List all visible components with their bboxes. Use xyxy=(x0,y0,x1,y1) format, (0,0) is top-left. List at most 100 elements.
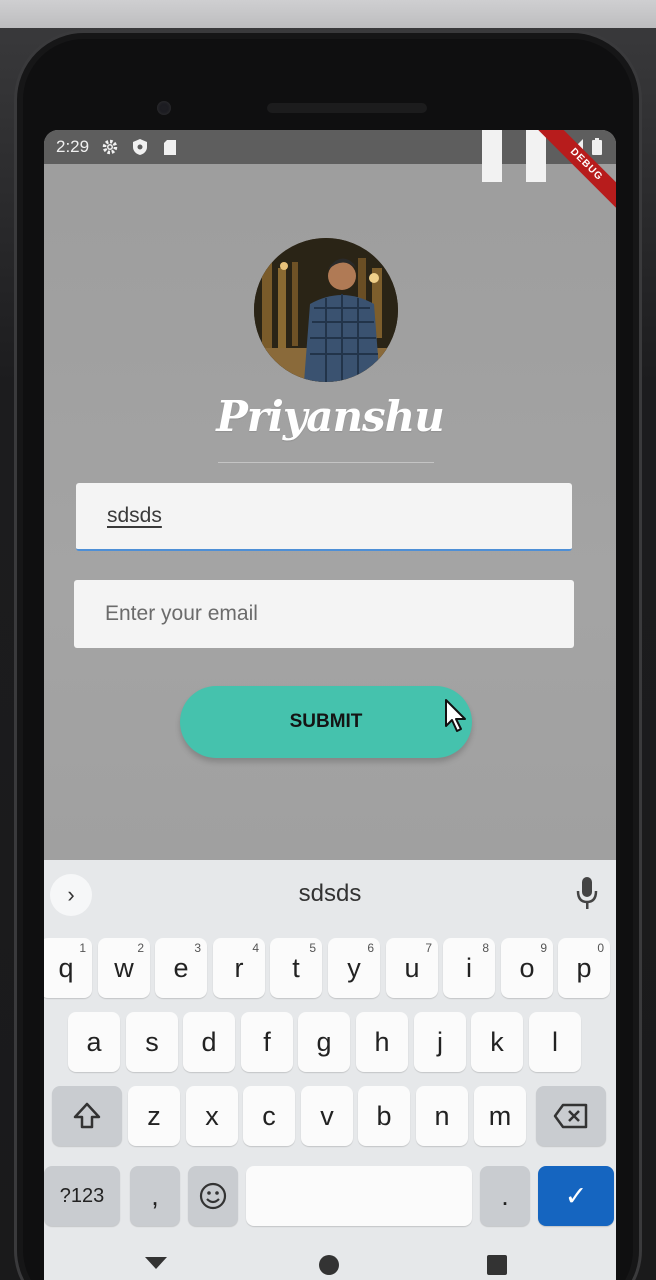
key-j[interactable]: j xyxy=(414,1012,466,1072)
key-b[interactable]: b xyxy=(358,1086,410,1146)
key-label: m xyxy=(488,1100,512,1131)
key-o[interactable]: o9 xyxy=(501,938,553,998)
key-label: k xyxy=(490,1026,504,1057)
navigation-bar xyxy=(44,1240,616,1280)
key-w[interactable]: w2 xyxy=(98,938,150,998)
key-k[interactable]: k xyxy=(471,1012,523,1072)
chevron-right-icon: › xyxy=(67,882,75,907)
mouse-pointer-icon xyxy=(445,699,466,732)
key-v[interactable]: v xyxy=(301,1086,353,1146)
key-number-hint: 0 xyxy=(597,941,604,955)
name-divider xyxy=(218,462,434,463)
key-l[interactable]: l xyxy=(529,1012,581,1072)
key-label: e xyxy=(173,952,189,983)
key-number-hint: 1 xyxy=(79,941,86,955)
key-label: n xyxy=(434,1100,450,1131)
key-number-hint: 9 xyxy=(540,941,547,955)
earpiece-speaker xyxy=(267,103,427,113)
backspace-key[interactable] xyxy=(536,1086,606,1146)
email-placeholder: Enter your email xyxy=(105,602,258,625)
key-x[interactable]: x xyxy=(186,1086,238,1146)
key-label: f xyxy=(263,1026,271,1057)
recents-icon[interactable] xyxy=(486,1254,508,1276)
key-label: x xyxy=(205,1100,219,1131)
key-y[interactable]: y6 xyxy=(328,938,380,998)
key-label: l xyxy=(552,1026,558,1057)
key-label: o xyxy=(519,952,535,983)
key-i[interactable]: i8 xyxy=(443,938,495,998)
submit-button[interactable]: SUBMIT xyxy=(180,686,472,758)
key-q[interactable]: q1 xyxy=(44,938,92,998)
shift-icon xyxy=(73,1102,101,1129)
monitor-edge xyxy=(0,0,656,28)
done-key[interactable]: ✓ xyxy=(538,1166,614,1226)
key-s[interactable]: s xyxy=(126,1012,178,1072)
key-label: g xyxy=(316,1026,332,1057)
app-screen: 2:29 DEBUG Priyanshu sdsds Enter your em… xyxy=(44,130,616,1280)
key-r[interactable]: r4 xyxy=(213,938,265,998)
key-f[interactable]: f xyxy=(241,1012,293,1072)
backspace-icon xyxy=(553,1103,588,1129)
key-label: s xyxy=(145,1026,159,1057)
key-number-hint: 4 xyxy=(252,941,259,955)
key-c[interactable]: c xyxy=(243,1086,295,1146)
soft-keyboard: › sdsds q1w2e3r4t5y6u7i8o9p0asdfghjklzxc… xyxy=(44,860,616,1280)
key-label: j xyxy=(437,1026,443,1057)
key-h[interactable]: h xyxy=(356,1012,408,1072)
key-number-hint: 3 xyxy=(194,941,201,955)
key-number-hint: 5 xyxy=(309,941,316,955)
battery-icon xyxy=(592,138,602,160)
key-z[interactable]: z xyxy=(128,1086,180,1146)
key-label: d xyxy=(201,1026,217,1057)
key-n[interactable]: n xyxy=(416,1086,468,1146)
name-input-value: sdsds xyxy=(107,504,162,527)
back-icon[interactable] xyxy=(144,1256,168,1270)
space-key[interactable] xyxy=(246,1166,472,1226)
key-number-hint: 7 xyxy=(425,941,432,955)
key-m[interactable]: m xyxy=(474,1086,526,1146)
key-label: w xyxy=(114,952,134,983)
key-p[interactable]: p0 xyxy=(558,938,610,998)
key-a[interactable]: a xyxy=(68,1012,120,1072)
key-label: q xyxy=(58,952,74,983)
key-label: r xyxy=(234,952,244,983)
key-number-hint: 8 xyxy=(482,941,489,955)
comma-key[interactable]: , xyxy=(130,1166,180,1226)
email-input[interactable]: Enter your email xyxy=(74,580,574,648)
key-g[interactable]: g xyxy=(298,1012,350,1072)
key-label: z xyxy=(147,1100,161,1131)
suggestion-bar: › sdsds xyxy=(44,860,616,928)
key-label: u xyxy=(404,952,420,983)
status-time: 2:29 xyxy=(56,137,90,156)
key-label: c xyxy=(262,1100,276,1131)
key-t[interactable]: t5 xyxy=(270,938,322,998)
period-key[interactable]: . xyxy=(480,1166,530,1226)
shift-key[interactable] xyxy=(52,1086,122,1146)
key-d[interactable]: d xyxy=(183,1012,235,1072)
gear-icon xyxy=(101,138,119,156)
shield-icon xyxy=(131,138,149,156)
microphone-icon[interactable] xyxy=(576,876,598,910)
key-label: y xyxy=(347,952,361,983)
key-label: a xyxy=(86,1026,102,1057)
sd-card-icon xyxy=(161,138,179,156)
key-number-hint: 6 xyxy=(367,941,374,955)
key-label: h xyxy=(374,1026,390,1057)
symbols-key[interactable]: ?123 xyxy=(44,1166,120,1226)
key-label: i xyxy=(466,952,472,983)
emoji-key[interactable] xyxy=(188,1166,238,1226)
home-icon[interactable] xyxy=(318,1254,340,1276)
key-u[interactable]: u7 xyxy=(386,938,438,998)
key-number-hint: 2 xyxy=(137,941,144,955)
emoji-icon xyxy=(199,1182,227,1210)
key-label: p xyxy=(576,952,592,983)
profile-avatar xyxy=(254,238,398,382)
word-suggestion[interactable]: sdsds xyxy=(299,880,362,908)
profile-name: Priyanshu xyxy=(216,392,445,441)
key-label: t xyxy=(292,952,300,983)
key-e[interactable]: e3 xyxy=(155,938,207,998)
expand-toolbar-button[interactable]: › xyxy=(50,874,92,916)
front-camera xyxy=(157,101,171,115)
name-input[interactable]: sdsds xyxy=(76,483,572,551)
key-label: v xyxy=(320,1100,334,1131)
